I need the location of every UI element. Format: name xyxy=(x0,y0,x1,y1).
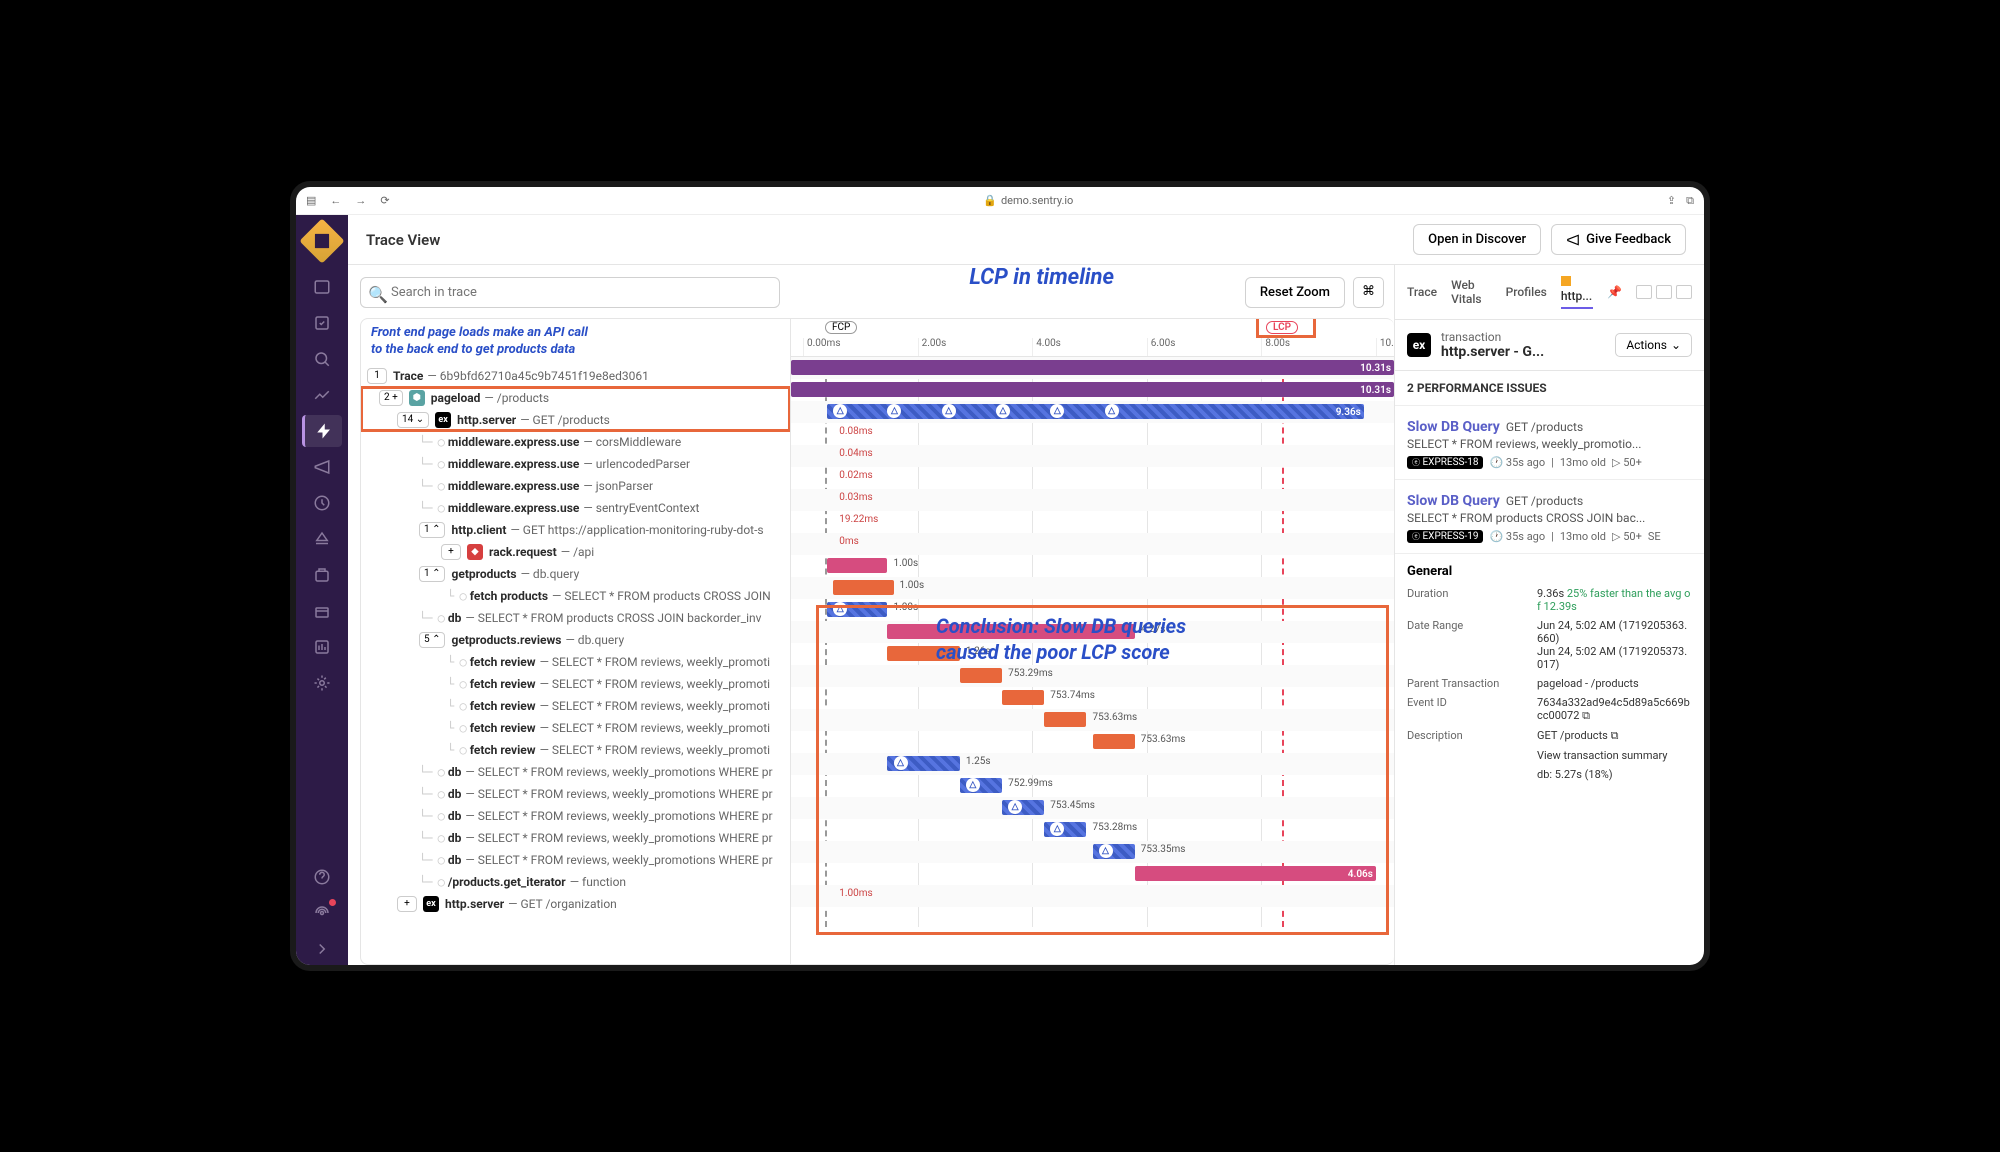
pin-icon[interactable]: 📌 xyxy=(1607,285,1622,299)
fetch-review-row[interactable]: └ ○fetch review— SELECT * FROM reviews, … xyxy=(361,673,790,695)
layout-icon[interactable] xyxy=(1656,285,1672,299)
share-icon[interactable]: ⇪ xyxy=(1667,194,1676,208)
middleware-row[interactable]: └─ ○middleware.express.use— sentryEventC… xyxy=(361,497,790,519)
issues-header: 2 PERFORMANCE ISSUES xyxy=(1395,371,1704,406)
nav-broadcast-icon[interactable] xyxy=(302,897,342,929)
fetch-review-row[interactable]: └ ○fetch review— SELECT * FROM reviews, … xyxy=(361,695,790,717)
fetch-review-row[interactable]: └ ○fetch review— SELECT * FROM reviews, … xyxy=(361,651,790,673)
nav-collapse-icon[interactable] xyxy=(302,933,342,965)
rack-row[interactable]: +◆rack.request— /api xyxy=(361,541,790,563)
lcp-marker: LCP xyxy=(1266,321,1298,334)
tabs-icon[interactable]: ⧉ xyxy=(1686,194,1694,208)
give-feedback-button[interactable]: Give Feedback xyxy=(1551,224,1686,255)
db-review-row[interactable]: └─ ○db— SELECT * FROM reviews, weekly_pr… xyxy=(361,761,790,783)
search-icon: 🔍 xyxy=(368,285,388,304)
megaphone-icon xyxy=(1566,233,1580,247)
layout-icon[interactable] xyxy=(1676,285,1692,299)
issue-card[interactable]: Slow DB QueryGET /products SELECT * FROM… xyxy=(1395,406,1704,480)
page-title: Trace View xyxy=(366,231,440,249)
httpserver-row[interactable]: 14 ⌄exhttp.server— GET /products xyxy=(361,409,790,431)
trace-tree-column: Front end page loads make an API call to… xyxy=(361,319,791,964)
nav-alerts-icon[interactable] xyxy=(302,523,342,555)
issue-card[interactable]: Slow DB QueryGET /products SELECT * FROM… xyxy=(1395,480,1704,554)
nav-issues-icon[interactable] xyxy=(302,307,342,339)
tab-profiles[interactable]: Profiles xyxy=(1506,281,1547,303)
db-row[interactable]: └─ ○db— SELECT * FROM products CROSS JOI… xyxy=(361,607,790,629)
reviews-row[interactable]: 5 ⌃getproducts.reviews— db.query xyxy=(361,629,790,651)
transaction-type: transaction xyxy=(1441,330,1605,344)
details-panel: Trace Web Vitals Profiles http... 📌 ex t… xyxy=(1394,265,1704,965)
nav-announce-icon[interactable] xyxy=(302,451,342,483)
middleware-row[interactable]: └─ ○middleware.express.use— jsonParser xyxy=(361,475,790,497)
nav-performance-icon[interactable] xyxy=(302,415,342,447)
nav-help-icon[interactable] xyxy=(302,861,342,893)
reload-icon[interactable]: ⟳ xyxy=(380,194,389,207)
db-review-row[interactable]: └─ ○db— SELECT * FROM reviews, weekly_pr… xyxy=(361,827,790,849)
layout-icon[interactable] xyxy=(1636,285,1652,299)
open-discover-button[interactable]: Open in Discover xyxy=(1413,224,1541,255)
url-text: demo.sentry.io xyxy=(1001,194,1073,207)
actions-button[interactable]: Actions ⌄ xyxy=(1615,333,1692,357)
tab-http[interactable]: http... xyxy=(1561,271,1593,313)
lock-icon: 🔒 xyxy=(983,194,997,207)
nav-crons-icon[interactable] xyxy=(302,595,342,627)
fcp-marker: FCP xyxy=(825,321,857,334)
sentry-logo[interactable] xyxy=(299,218,344,263)
fetch-products-row[interactable]: └ ○fetch products— SELECT * FROM product… xyxy=(361,585,790,607)
httpclient-row[interactable]: 1 ⌃http.client— GET https://application-… xyxy=(361,519,790,541)
nav-search-icon[interactable] xyxy=(302,343,342,375)
transaction-badge: ex xyxy=(1407,333,1431,357)
nav-releases-icon[interactable] xyxy=(302,559,342,591)
nav-stats-icon[interactable] xyxy=(302,631,342,663)
httpserver2-row[interactable]: +exhttp.server— GET /organization xyxy=(361,893,790,915)
annotation-lcp-timeline: LCP in timeline xyxy=(969,265,1114,290)
sidebar-toggle-icon[interactable]: ▤ xyxy=(306,194,316,207)
tab-trace[interactable]: Trace xyxy=(1407,281,1437,303)
trace-root-row[interactable]: 1Trace— 6b9bfd62710a45c9b7451f19e8ed3061 xyxy=(361,365,790,387)
middleware-row[interactable]: └─ ○middleware.express.use— urlencodedPa… xyxy=(361,453,790,475)
sidebar-nav xyxy=(296,215,348,965)
nav-settings-icon[interactable] xyxy=(302,667,342,699)
search-input[interactable] xyxy=(360,277,780,308)
keyboard-shortcut: ⌘ xyxy=(1353,277,1384,308)
forward-icon[interactable]: → xyxy=(355,194,366,207)
nav-activity-icon[interactable] xyxy=(302,487,342,519)
db-review-row[interactable]: └─ ○db— SELECT * FROM reviews, weekly_pr… xyxy=(361,849,790,871)
middleware-row[interactable]: └─ ○middleware.express.use— corsMiddlewa… xyxy=(361,431,790,453)
transaction-name: http.server - G... xyxy=(1441,344,1605,360)
tab-vitals[interactable]: Web Vitals xyxy=(1451,274,1491,310)
annotation-frontend-note: Front end page loads make an API call to… xyxy=(361,319,790,365)
general-title: General xyxy=(1407,564,1692,579)
pageload-row[interactable]: 2 +⬢pageload— /products xyxy=(361,387,790,409)
page-header: Trace View Open in Discover Give Feedbac… xyxy=(348,215,1704,265)
view-summary-link[interactable]: View transaction summary xyxy=(1537,749,1692,762)
nav-projects-icon[interactable] xyxy=(302,271,342,303)
parent-transaction-link[interactable]: pageload - /products xyxy=(1537,677,1692,690)
fetch-review-row[interactable]: └ ○fetch review— SELECT * FROM reviews, … xyxy=(361,717,790,739)
db-review-row[interactable]: └─ ○db— SELECT * FROM reviews, weekly_pr… xyxy=(361,783,790,805)
back-icon[interactable]: ← xyxy=(330,194,341,207)
reset-zoom-button[interactable]: Reset Zoom xyxy=(1245,277,1345,308)
fetch-review-row[interactable]: └ ○fetch review— SELECT * FROM reviews, … xyxy=(361,739,790,761)
getproducts-row[interactable]: 1 ⌃getproducts— db.query xyxy=(361,563,790,585)
browser-chrome-bar: ▤ ← → ⟳ 🔒 demo.sentry.io ⇪ ⧉ xyxy=(296,187,1704,215)
timeline-column[interactable]: FCP LCP 0.00ms 2.00s 4.00s 6.00s 8.00s 1… xyxy=(791,319,1394,964)
db-review-row[interactable]: └─ ○db— SELECT * FROM reviews, weekly_pr… xyxy=(361,805,790,827)
nav-dashboards-icon[interactable] xyxy=(302,379,342,411)
iterator-row[interactable]: └─ ○/products.get_iterator— function xyxy=(361,871,790,893)
